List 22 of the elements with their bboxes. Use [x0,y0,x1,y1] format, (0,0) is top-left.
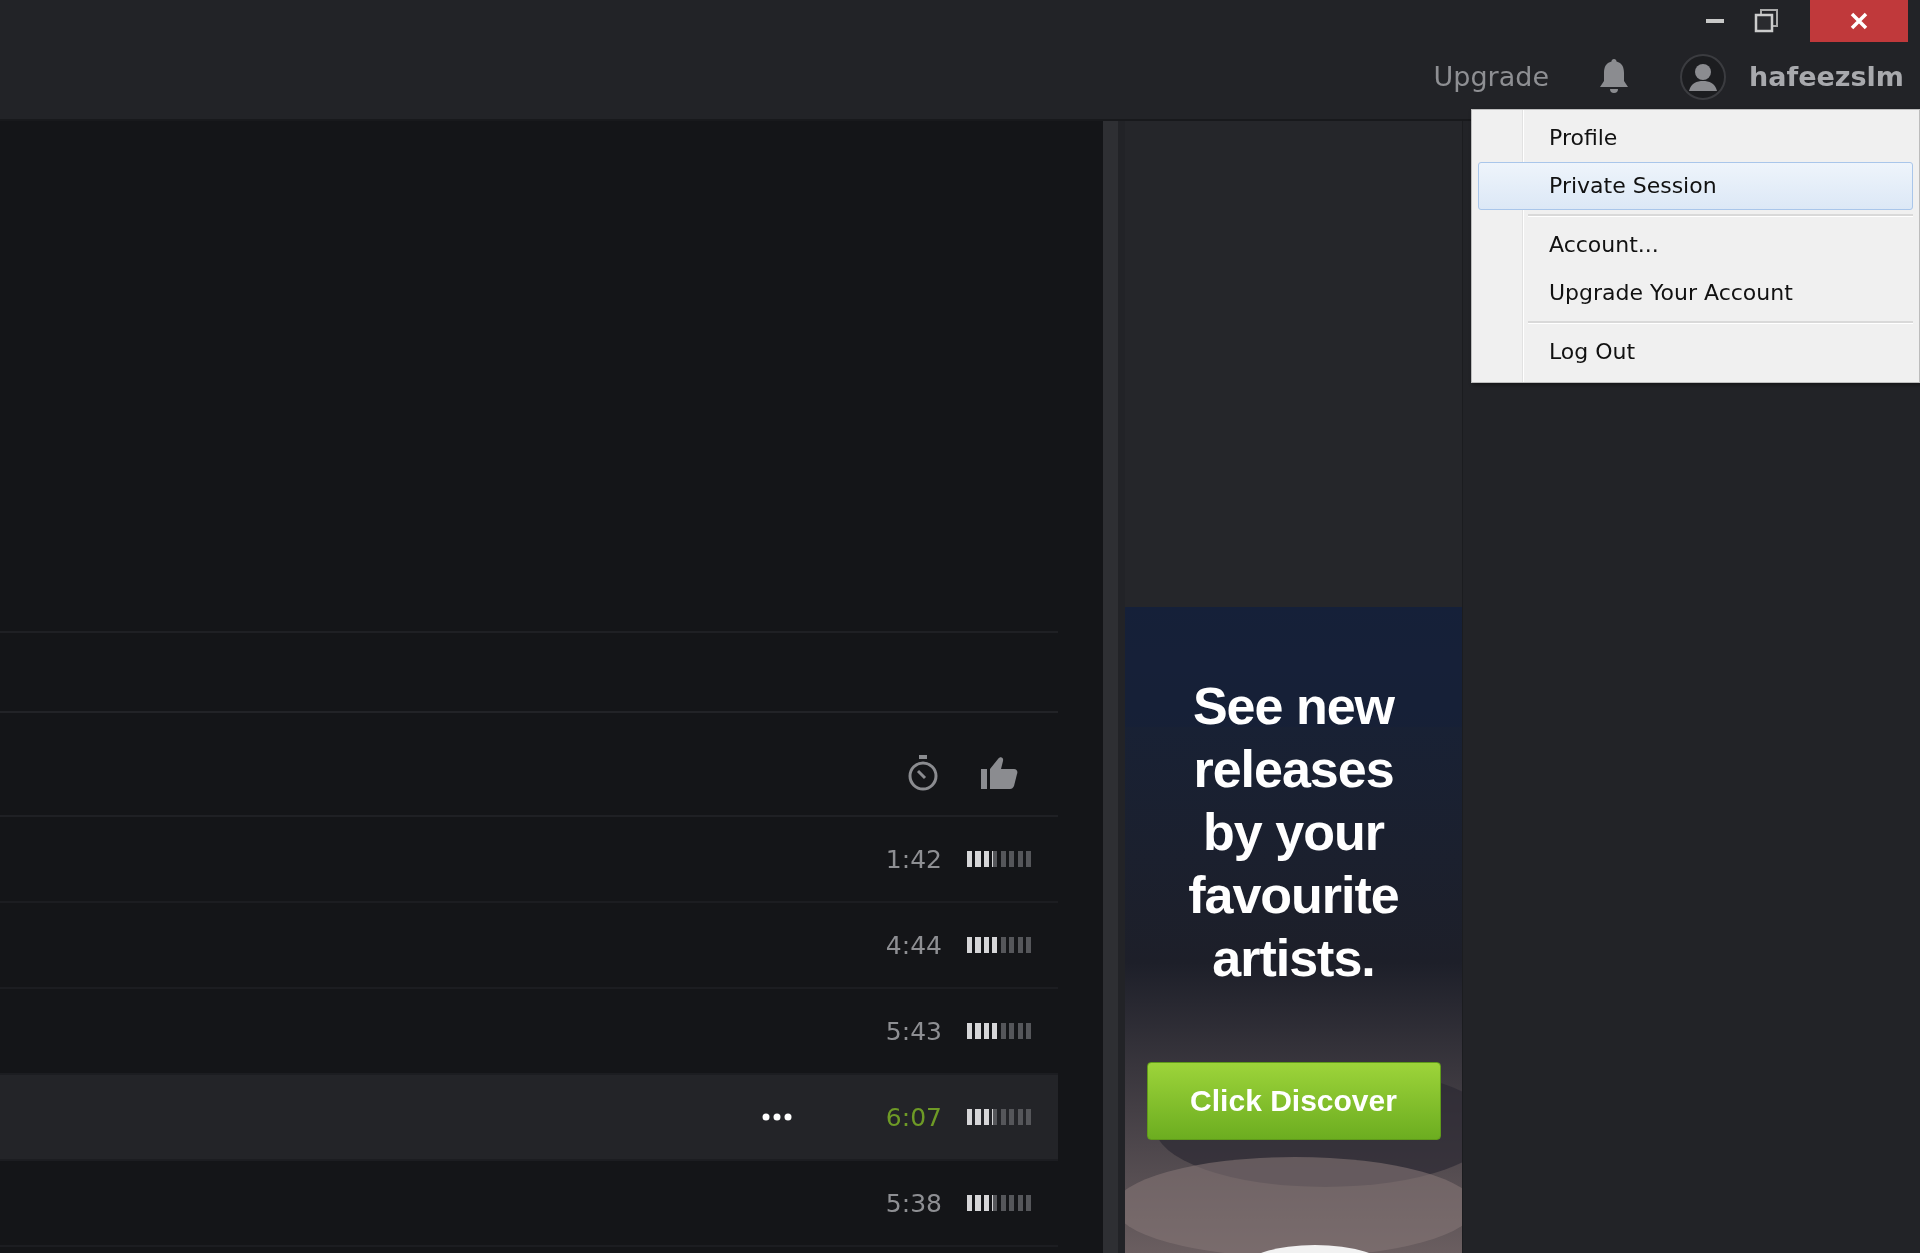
close-button[interactable] [1810,0,1908,42]
thumbs-up-icon [980,755,1020,791]
menu-item[interactable]: Profile [1478,114,1913,162]
track-duration: 6:07 [884,1102,942,1132]
menu-item[interactable]: Upgrade Your Account [1478,269,1913,317]
scrollbar[interactable] [1103,121,1118,1253]
more-icon[interactable] [762,1113,792,1121]
avatar-icon[interactable] [1679,52,1727,101]
track-duration: 1:42 [884,844,942,874]
track-duration: 5:43 [884,1016,942,1046]
username-link[interactable]: hafeezslm [1749,61,1904,92]
track-row-highlight[interactable]: 6:07 [0,1075,1058,1161]
ad-headline: See new releases by your favourite artists. [1187,676,1400,989]
stopwatch-icon [906,754,940,792]
menu-item[interactable]: Account... [1478,221,1913,269]
restore-icon[interactable] [1754,8,1780,34]
close-icon [1850,12,1868,30]
track-duration: 4:44 [884,930,942,960]
menu-item[interactable]: Log Out [1478,328,1913,376]
menu-item[interactable]: Private Session [1478,162,1913,210]
upgrade-link[interactable]: Upgrade [1433,61,1549,92]
track-duration: 5:38 [884,1188,942,1218]
